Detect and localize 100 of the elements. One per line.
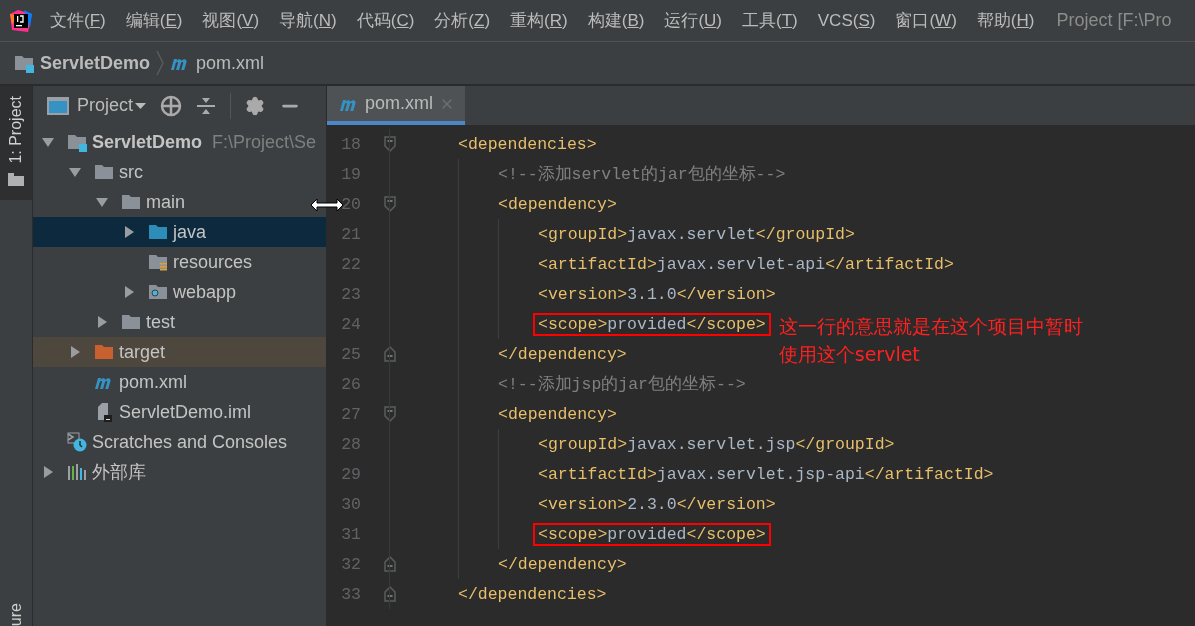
tool-window-tab[interactable]: 1: Project bbox=[0, 86, 32, 200]
resources-folder-icon bbox=[148, 252, 168, 272]
menu-item[interactable]: 工具(T) bbox=[742, 9, 798, 32]
line-number: 24 bbox=[340, 314, 361, 334]
line-number: 18 bbox=[340, 134, 361, 154]
line-number: 26 bbox=[340, 374, 361, 394]
code-line: <dependency> bbox=[497, 403, 618, 426]
view-dropdown[interactable]: Project bbox=[47, 95, 147, 116]
expanded-arrow-icon[interactable] bbox=[68, 165, 82, 179]
app-logo-icon bbox=[10, 9, 32, 32]
expanded-arrow-icon[interactable] bbox=[41, 135, 55, 149]
menu-item[interactable]: 代码(C) bbox=[356, 9, 415, 32]
tree-item-label: ServletDemo bbox=[92, 131, 203, 153]
line-number: 32 bbox=[340, 554, 361, 574]
menu-item[interactable]: VCS(S) bbox=[817, 10, 876, 31]
tree-item-label: Scratches and Consoles bbox=[92, 431, 288, 453]
expanded-arrow-icon[interactable] bbox=[95, 195, 109, 209]
tree-item-label: pom.xml bbox=[119, 371, 187, 393]
tree-item[interactable]: resources bbox=[33, 247, 326, 277]
menu-item[interactable]: 构建(B) bbox=[587, 9, 645, 32]
tree-item[interactable]: ServletDemo.iml bbox=[33, 397, 326, 427]
code-line: <groupId>javax.servlet</groupId> bbox=[537, 223, 856, 246]
chevron-icon bbox=[156, 50, 165, 76]
folder-icon bbox=[8, 171, 24, 186]
code-line: <!--添加jsp的jar包的坐标--> bbox=[497, 374, 747, 396]
tree-item-label: webapp bbox=[173, 281, 237, 303]
module-folder-icon bbox=[67, 132, 87, 152]
folder-icon bbox=[94, 342, 114, 362]
folder-icon bbox=[148, 222, 168, 242]
tree-item[interactable]: ServletDemo F:\Project\Se bbox=[33, 127, 326, 157]
menu-item[interactable]: 窗口(W) bbox=[895, 9, 957, 32]
project-path: F:\Project\Se bbox=[212, 131, 317, 153]
tree-item-label: resources bbox=[173, 251, 253, 273]
tree-item-label: ServletDemo.iml bbox=[119, 401, 252, 423]
fold-marker-icon[interactable] bbox=[383, 586, 396, 602]
web-folder-icon bbox=[148, 282, 168, 302]
tree-item-label: src bbox=[119, 161, 143, 183]
code-line: <artifactId>javax.servlet-api</artifactId> bbox=[537, 253, 955, 276]
tool-window-tab[interactable]: ure bbox=[0, 592, 32, 626]
tree-item-label: 外部库 bbox=[92, 461, 146, 484]
folder-icon bbox=[121, 312, 141, 332]
menu-item[interactable]: 帮助(H) bbox=[976, 9, 1035, 32]
code-line: <dependencies> bbox=[457, 133, 598, 156]
code-line: <version>3.1.0</version> bbox=[537, 283, 777, 306]
tree-item[interactable]: 外部库 bbox=[33, 457, 326, 487]
tree-item[interactable]: src bbox=[33, 157, 326, 187]
line-number: 25 bbox=[340, 344, 361, 364]
tree-item[interactable]: Scratches and Consoles bbox=[33, 427, 326, 457]
tree-item-label: target bbox=[119, 341, 166, 363]
tree-item[interactable]: webapp bbox=[33, 277, 326, 307]
tree-item[interactable]: java bbox=[33, 217, 326, 247]
menu-item[interactable]: 运行(U) bbox=[664, 9, 723, 32]
tree-item-label: main bbox=[146, 191, 185, 213]
code-line: <!--添加servlet的jar包的坐标--> bbox=[497, 164, 787, 186]
scratches-clock-icon bbox=[67, 432, 87, 452]
menu-item[interactable]: 导航(N) bbox=[279, 9, 337, 32]
collapsed-arrow-icon[interactable] bbox=[68, 345, 82, 359]
tree-item[interactable]: target bbox=[33, 337, 326, 367]
fold-marker-icon[interactable] bbox=[383, 346, 396, 362]
fold-marker-icon[interactable] bbox=[383, 406, 396, 422]
window-icon bbox=[47, 96, 69, 115]
annotation-text: 这一行的意思就是在这个项目中暂时使用这个servlet bbox=[778, 314, 1084, 367]
locate-icon[interactable] bbox=[160, 94, 183, 117]
breadcrumb-item[interactable]: ServletDemo bbox=[40, 52, 151, 74]
breadcrumb-item[interactable]: pom.xml bbox=[196, 52, 265, 74]
menu-item[interactable]: 分析(Z) bbox=[434, 9, 491, 32]
library-bars-icon bbox=[67, 462, 87, 482]
collapsed-arrow-icon[interactable] bbox=[95, 315, 109, 329]
menu-item[interactable]: 视图(V) bbox=[202, 9, 260, 32]
line-number: 21 bbox=[340, 224, 361, 244]
collapsed-arrow-icon[interactable] bbox=[41, 465, 55, 479]
tree-item-label: test bbox=[146, 311, 175, 333]
editor-tab[interactable]: pom.xml bbox=[327, 86, 465, 125]
fold-marker-icon[interactable] bbox=[383, 196, 396, 212]
menu-item[interactable]: 编辑(E) bbox=[125, 9, 183, 32]
code-line: </dependency> bbox=[497, 343, 628, 366]
tree-item[interactable]: pom.xml bbox=[33, 367, 326, 397]
line-number: 22 bbox=[340, 254, 361, 274]
line-number: 30 bbox=[340, 494, 361, 514]
settings-icon[interactable] bbox=[245, 95, 266, 116]
code-line: <version>2.3.0</version> bbox=[537, 493, 777, 516]
line-number: 23 bbox=[340, 284, 361, 304]
line-number: 19 bbox=[340, 164, 361, 184]
folder-icon bbox=[121, 192, 141, 212]
menu-item[interactable]: 重构(R) bbox=[510, 9, 568, 32]
code-line: <groupId>javax.servlet.jsp</groupId> bbox=[537, 433, 896, 456]
fold-marker-icon[interactable] bbox=[383, 136, 396, 152]
resize-cursor-icon bbox=[310, 198, 344, 212]
line-number: 33 bbox=[340, 584, 361, 604]
folder-icon bbox=[94, 162, 114, 182]
collapse-all-icon[interactable] bbox=[196, 95, 217, 116]
menu-item[interactable]: 文件(F) bbox=[50, 9, 106, 32]
caret-icon bbox=[135, 101, 147, 110]
line-number: 28 bbox=[340, 434, 361, 454]
fold-marker-icon[interactable] bbox=[383, 556, 396, 572]
collapsed-arrow-icon[interactable] bbox=[122, 225, 136, 239]
tree-item[interactable]: test bbox=[33, 307, 326, 337]
code-line: </dependencies> bbox=[457, 583, 608, 606]
line-number: 31 bbox=[340, 524, 361, 544]
collapsed-arrow-icon[interactable] bbox=[122, 285, 136, 299]
